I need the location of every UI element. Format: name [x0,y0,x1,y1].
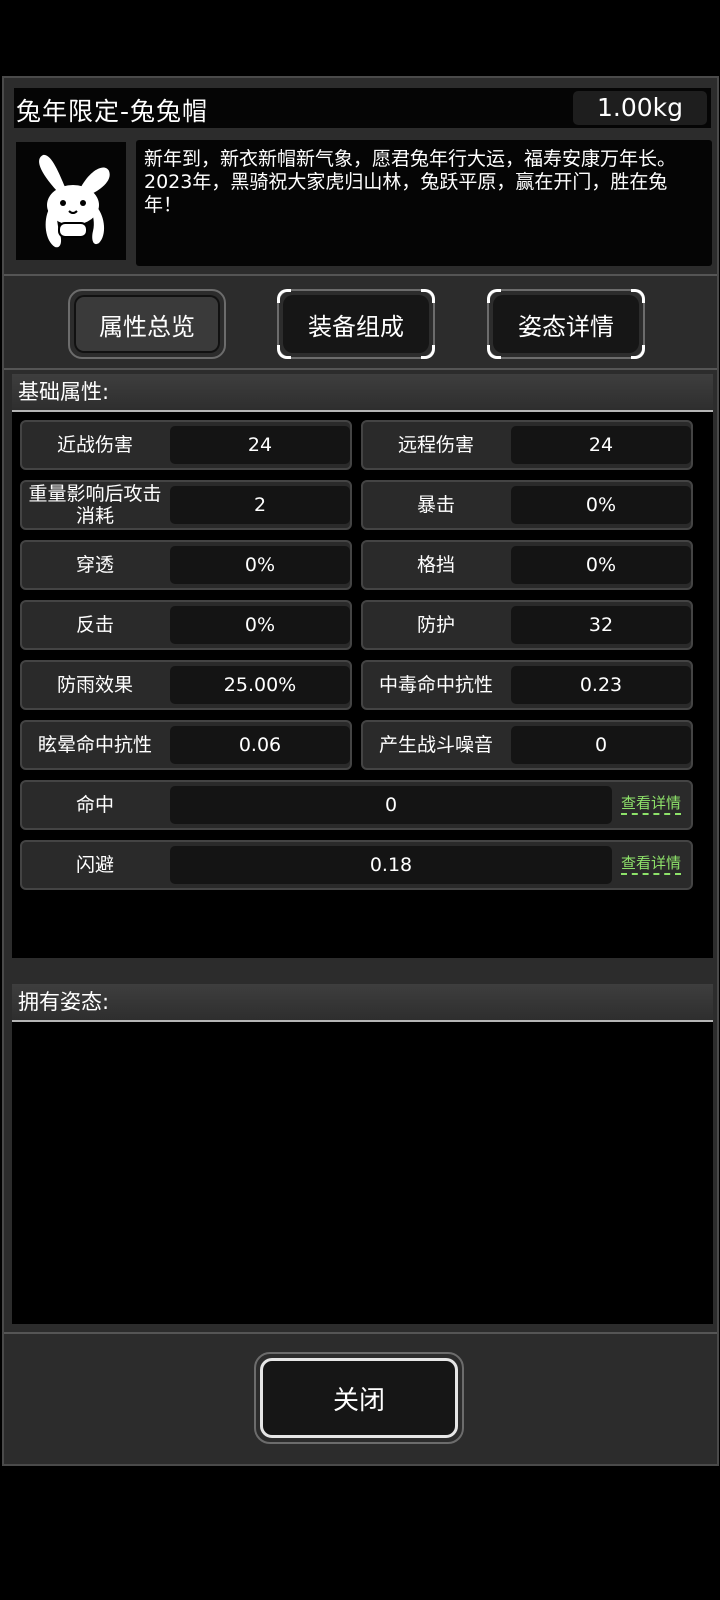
rabbit-hat-icon [39,154,110,248]
stat-penetration: 穿透 0% [20,540,352,590]
section-title: 基础属性: [12,374,713,412]
stat-label: 穿透 [75,554,114,576]
item-title: 兔年限定-兔兔帽 [16,97,209,126]
stat-label: 产生战斗噪音 [378,734,493,756]
stat-value: 0 [511,726,691,764]
stat-rain-protection: 防雨效果 25.00% [20,660,352,710]
stat-melee-damage: 近战伤害 24 [20,420,352,470]
item-description: 新年到，新衣新帽新气象，愿君兔年行大运，福寿安康万年长。2023年，黑骑祝大家虎… [136,140,712,266]
view-details-link[interactable]: 查看详情 [620,793,681,815]
stat-label: 命中 [75,794,114,816]
tab-equipment-composition[interactable]: 装备组成 [277,289,435,359]
stat-label: 近战伤害 [56,434,133,456]
divider [4,274,717,276]
divider [4,1332,717,1334]
stat-value: 0% [511,486,691,524]
stat-label: 防雨效果 [56,674,133,696]
stat-value: 0.06 [170,726,350,764]
stat-defense: 防护 32 [361,600,693,650]
tab-label: 属性总览 [74,295,220,353]
basic-attributes-section: 基础属性: 近战伤害 24 远程伤害 24 重量影响后攻击消耗 2 暴击 0% [12,374,713,958]
stat-value: 0% [511,546,691,584]
view-details-link[interactable]: 查看详情 [620,853,681,875]
stat-critical: 暴击 0% [361,480,693,530]
item-weight: 1.00kg [573,91,707,125]
item-detail-panel: 兔年限定-兔兔帽 1.00kg 新年到，新衣新帽新气象，愿君兔年行大运，福寿安康… [2,76,719,1466]
stat-block: 格挡 0% [361,540,693,590]
item-avatar [16,142,126,260]
stat-label: 闪避 [75,854,114,876]
tab-stance-details[interactable]: 姿态详情 [487,289,645,359]
stat-value: 25.00% [170,666,350,704]
stat-value: 0.18 [170,846,612,884]
stat-label: 眩晕命中抗性 [37,734,152,756]
stat-evasion: 闪避 0.18 查看详情 [20,840,693,890]
stat-value: 0.23 [511,666,691,704]
section-title: 拥有姿态: [12,984,713,1022]
stat-label: 中毒命中抗性 [378,674,493,696]
close-button[interactable]: 关闭 [260,1358,458,1438]
stat-value: 24 [511,426,691,464]
stat-counter: 反击 0% [20,600,352,650]
stat-value: 0% [170,606,350,644]
stat-combat-noise: 产生战斗噪音 0 [361,720,693,770]
stance-section: 拥有姿态: [12,984,713,1324]
stat-label: 远程伤害 [397,434,474,456]
stat-label: 格挡 [416,554,455,576]
stat-label: 防护 [416,614,455,636]
tab-label: 姿态详情 [493,295,639,353]
stat-value: 2 [170,486,350,524]
close-button-frame: 关闭 [254,1352,464,1444]
stat-poison-resistance: 中毒命中抗性 0.23 [361,660,693,710]
stat-label: 反击 [75,614,114,636]
stat-value: 0 [170,786,612,824]
title-bar: 兔年限定-兔兔帽 1.00kg [14,88,711,128]
stat-ranged-damage: 远程伤害 24 [361,420,693,470]
stat-label: 暴击 [416,494,455,516]
stat-value: 0% [170,546,350,584]
stat-label: 重量影响后攻击消耗 [28,483,162,527]
stat-value: 24 [170,426,350,464]
tab-label: 装备组成 [283,295,429,353]
stat-stun-resistance: 眩晕命中抗性 0.06 [20,720,352,770]
stat-weight-attack-cost: 重量影响后攻击消耗 2 [20,480,352,530]
divider [4,368,717,370]
tab-attribute-overview[interactable]: 属性总览 [68,289,226,359]
stat-value: 32 [511,606,691,644]
stat-accuracy: 命中 0 查看详情 [20,780,693,830]
